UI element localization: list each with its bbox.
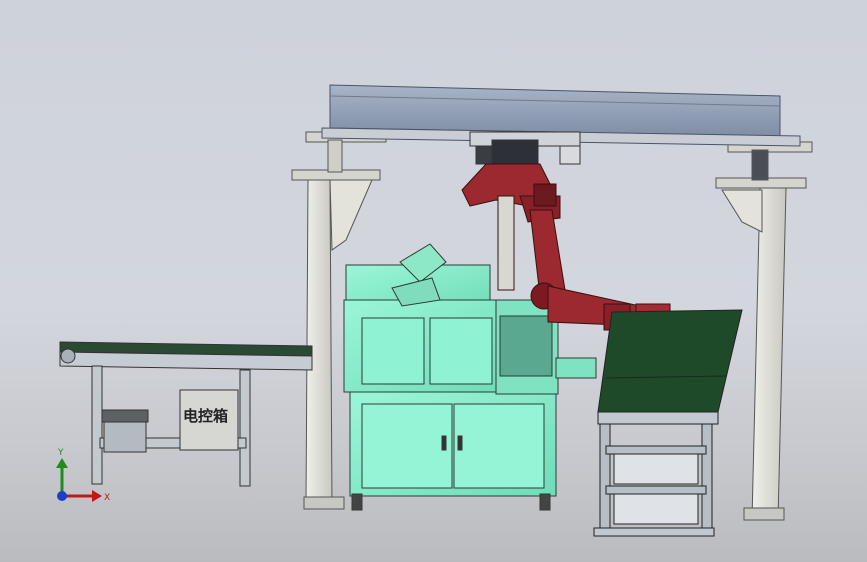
y-axis-label: Y — [57, 448, 64, 458]
electrical-cabinet: 电控箱 — [179, 389, 239, 451]
cabinet-label: 电控箱 — [183, 407, 228, 425]
right-conveyor — [593, 309, 743, 537]
robot-carriage — [469, 131, 581, 165]
cad-scene: 电控箱 Y X — [0, 0, 867, 562]
assembly-drawing: 电控箱 Y X — [56, 84, 813, 537]
x-axis-label: X — [104, 493, 110, 503]
